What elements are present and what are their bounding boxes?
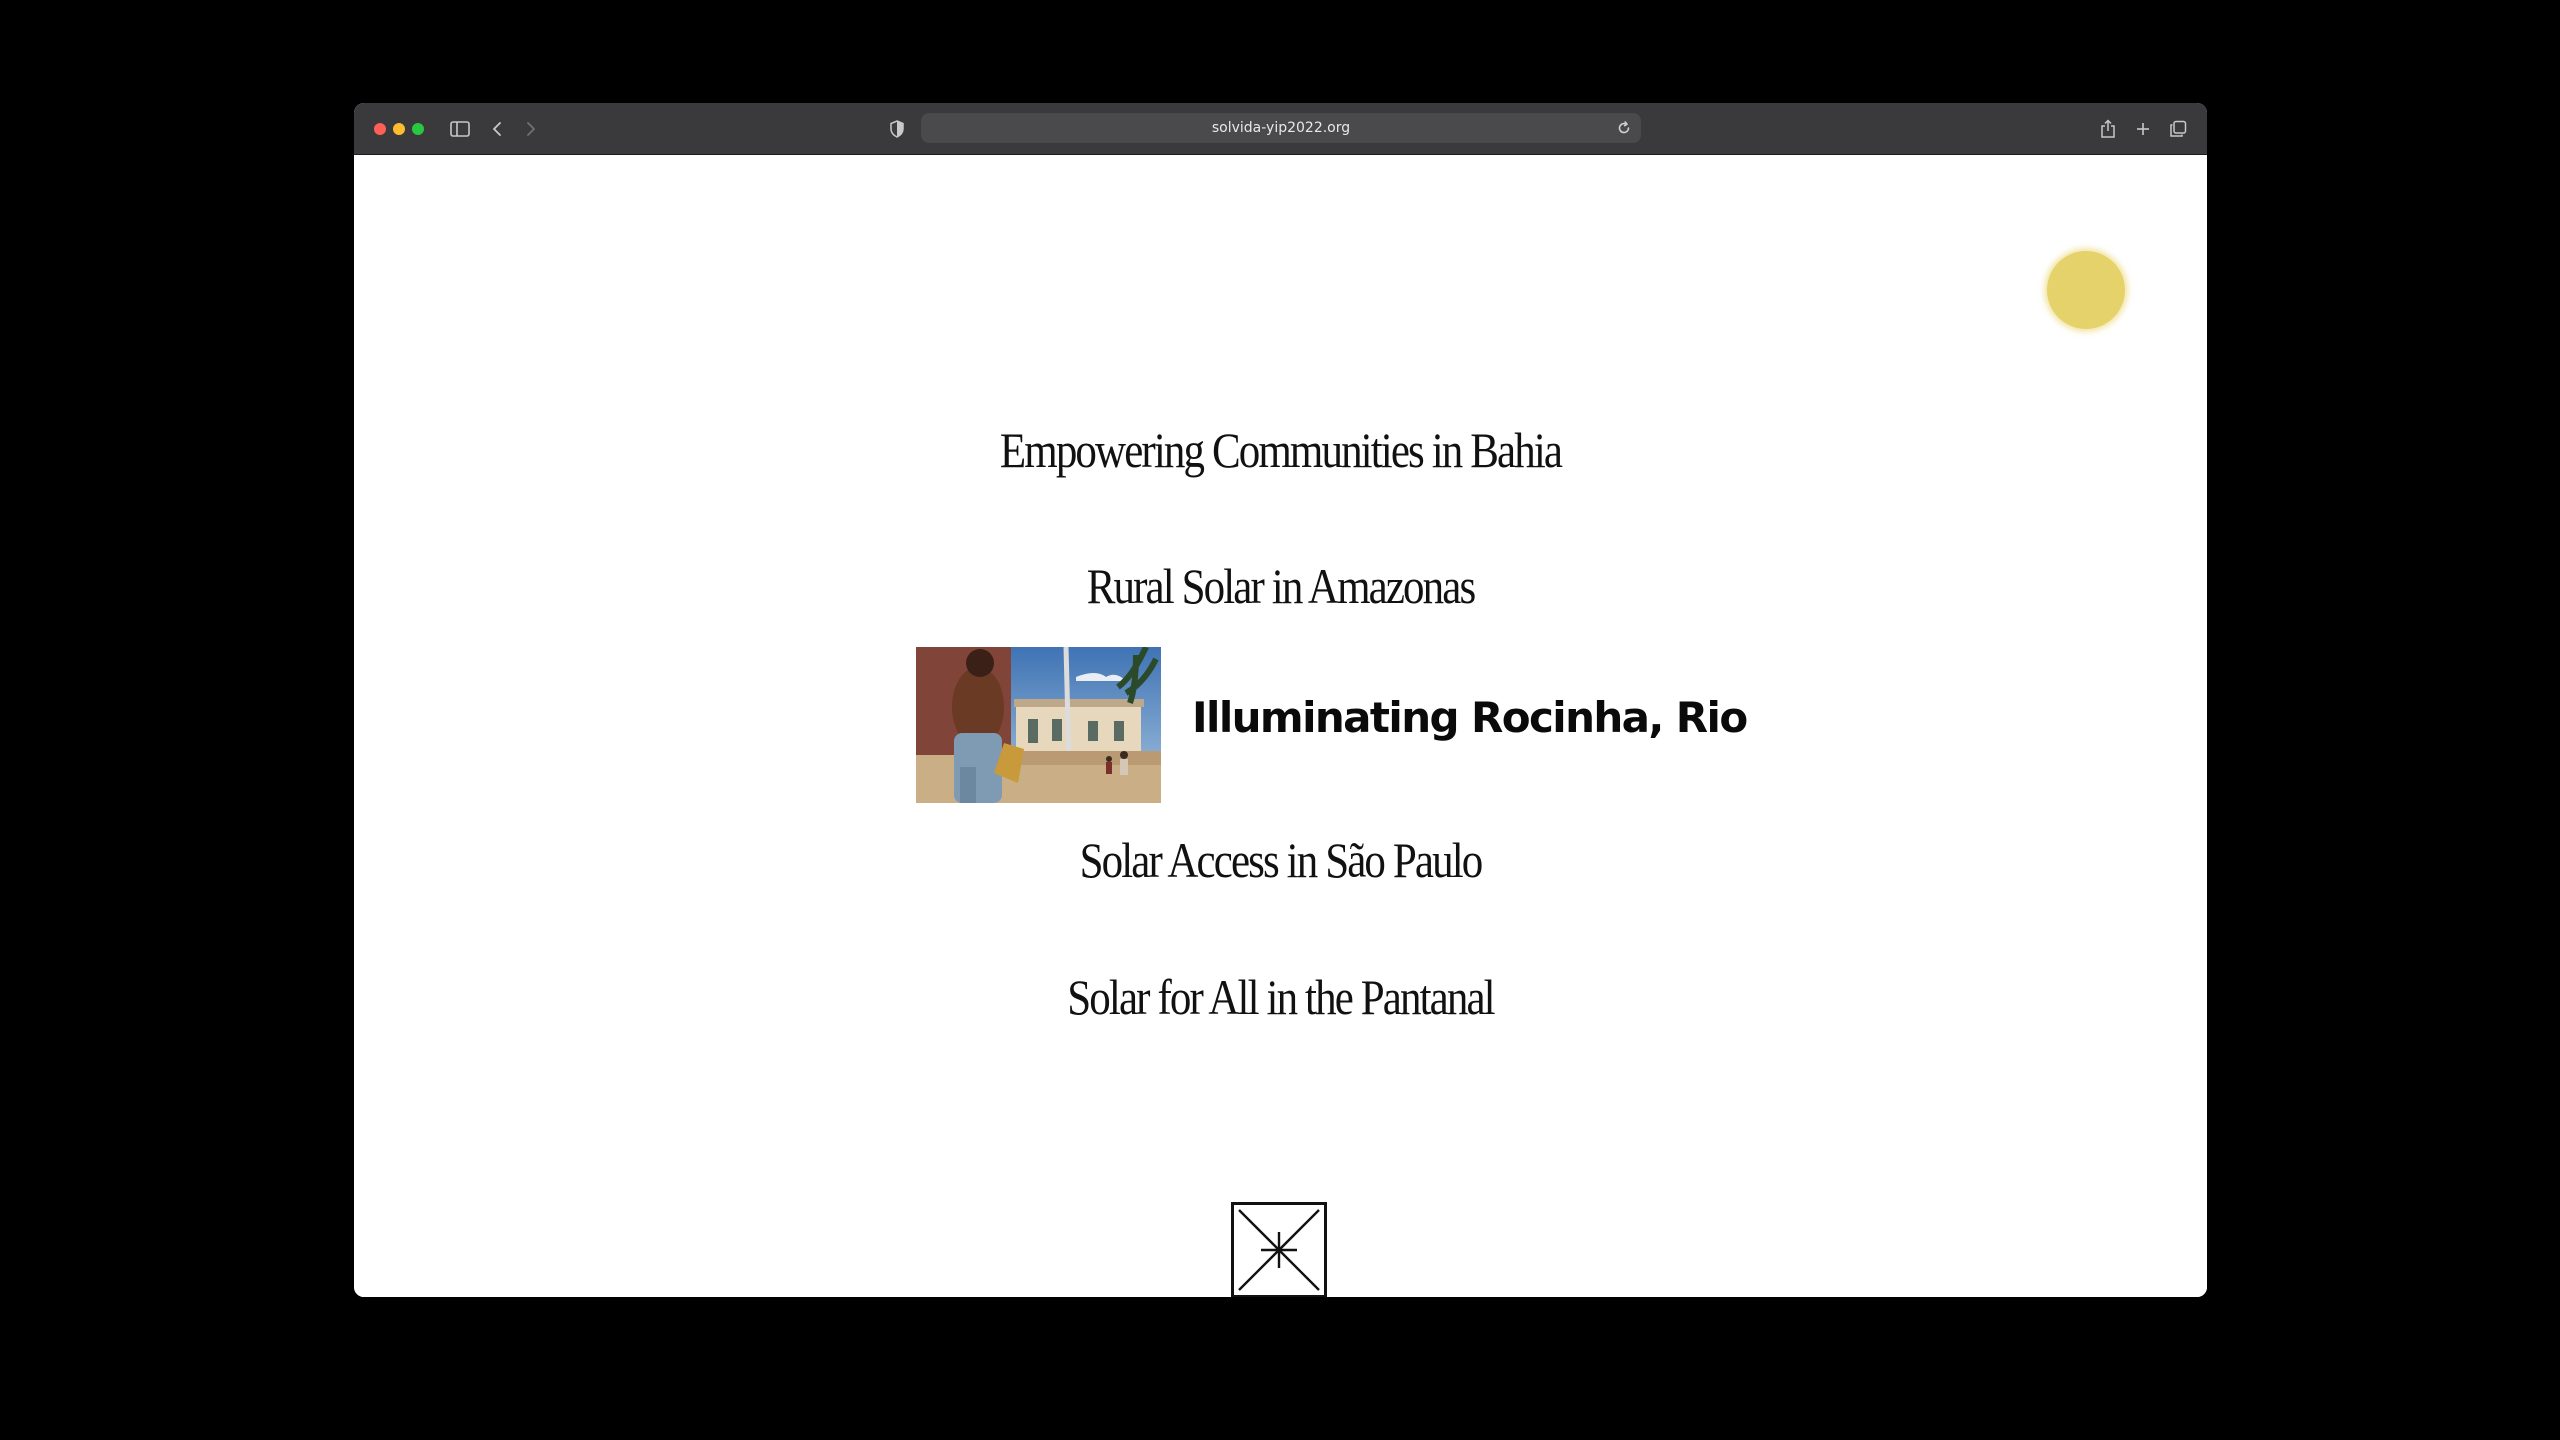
menu-item-bahia[interactable]: Empowering Communities in Bahia (484, 421, 2078, 479)
menu-item-amazonas[interactable]: Rural Solar in Amazonas (484, 557, 2078, 615)
page-content: Empowering Communities in Bahia Rural So… (354, 155, 2207, 1297)
reload-icon[interactable] (1615, 119, 1633, 137)
rocinha-photo-thumbnail (916, 647, 1161, 803)
browser-window: solvida-yip2022.org Empowering Communiti… (354, 103, 2207, 1297)
url-text: solvida-yip2022.org (1211, 120, 1351, 136)
minimize-window-button[interactable] (393, 123, 405, 135)
new-tab-icon[interactable] (2131, 117, 2155, 141)
zoom-window-button[interactable] (412, 123, 424, 135)
sidebar-icon[interactable] (448, 117, 472, 141)
privacy-shield-icon[interactable] (885, 117, 909, 141)
back-icon[interactable] (485, 117, 509, 141)
browser-toolbar: solvida-yip2022.org (354, 103, 2207, 155)
menu-item-sao-paulo[interactable]: Solar Access in São Paulo (484, 831, 2078, 889)
close-window-button[interactable] (374, 123, 386, 135)
menu-item-label-active: Illuminating Rocinha, Rio (1192, 693, 1748, 742)
address-bar[interactable]: solvida-yip2022.org (921, 113, 1641, 143)
tab-overview-icon[interactable] (2166, 117, 2190, 141)
share-icon[interactable] (2096, 117, 2120, 141)
asterisk-box-icon[interactable] (1231, 1202, 1327, 1297)
forward-icon[interactable] (519, 117, 543, 141)
menu-item-pantanal[interactable]: Solar for All in the Pantanal (484, 968, 2078, 1026)
menu-item-rocinha[interactable]: Illuminating Rocinha, Rio (916, 647, 1748, 803)
sun-toggle-button[interactable] (2047, 251, 2125, 329)
